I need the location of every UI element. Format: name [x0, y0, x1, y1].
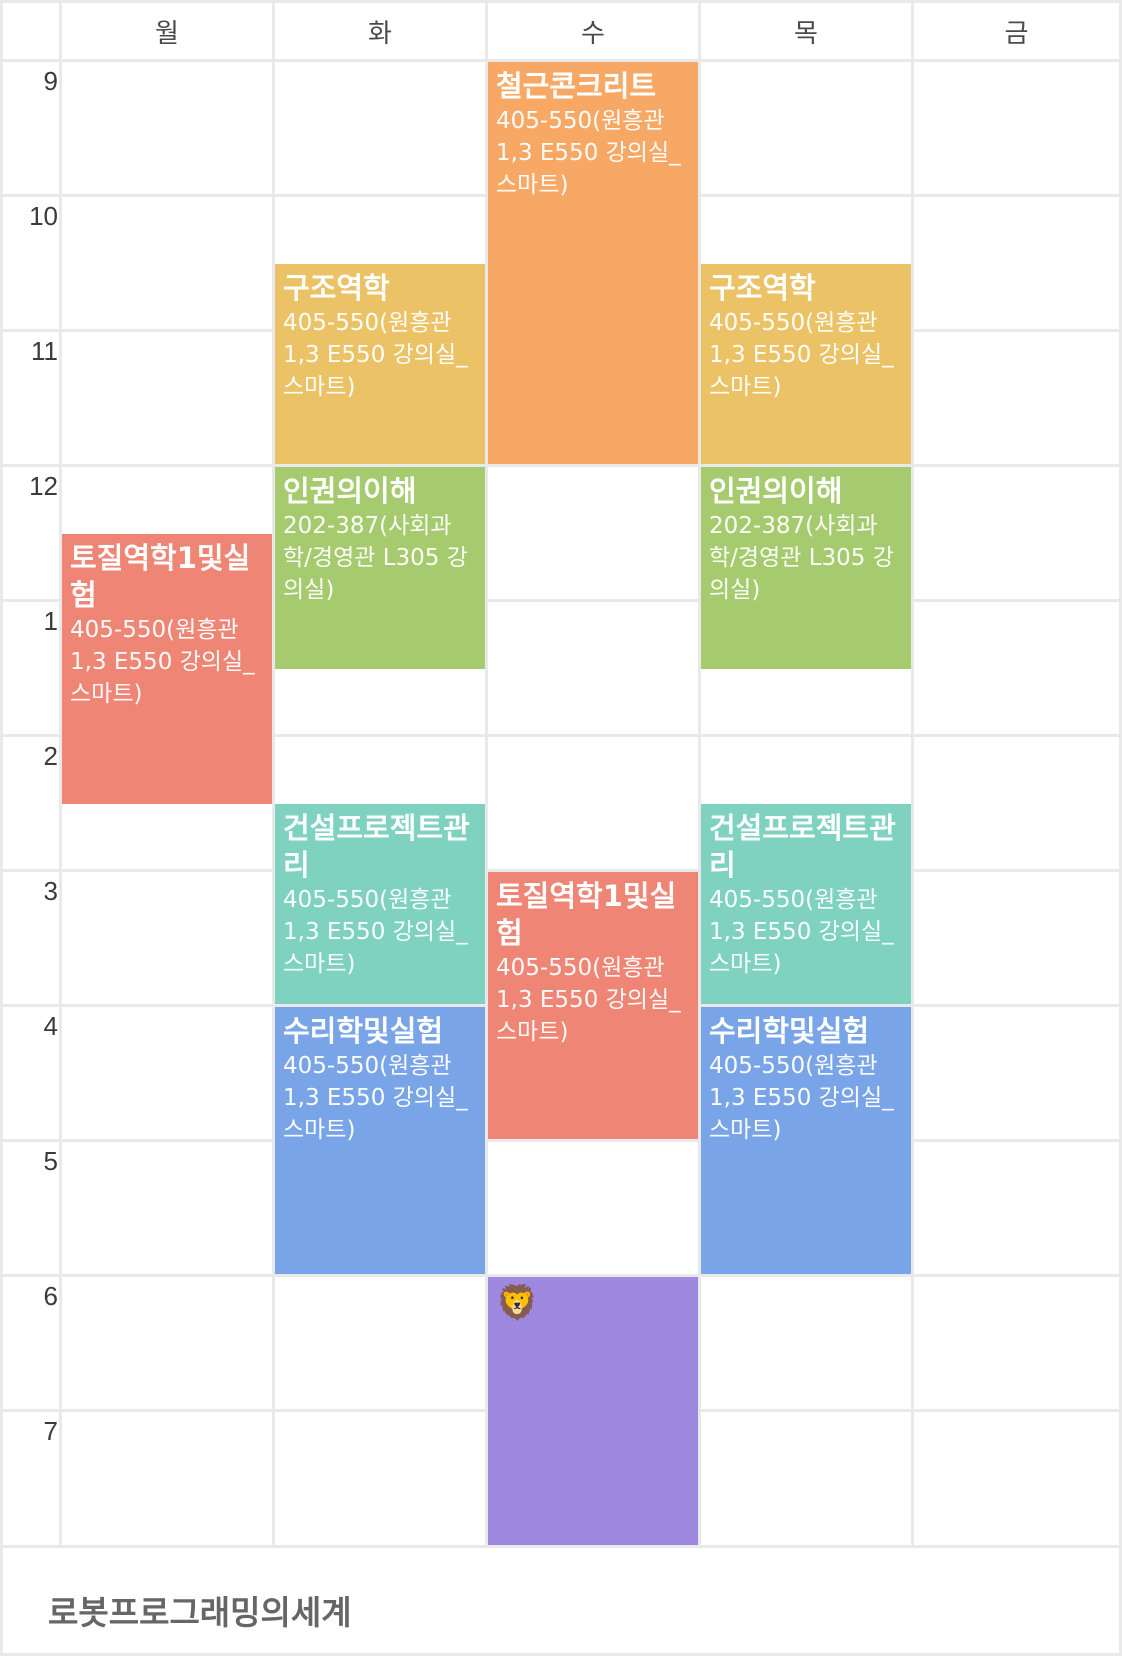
event-thu-project[interactable]: 건설프로젝트관리 405-550(원흥관 1,3 E550 강의실_스마트): [701, 804, 911, 1004]
unscheduled-courses: 로봇프로그래밍의세계: [0, 1548, 1122, 1656]
event-title: 건설프로젝트관리: [283, 811, 470, 882]
event-title: 구조역학: [709, 271, 816, 305]
day-header-fri: 금: [1004, 18, 1029, 49]
footer-border: [0, 1548, 3, 1656]
day-header-thu: 목: [794, 18, 818, 49]
event-title: 구조역학: [283, 271, 390, 305]
event-room: 405-550(원흥관 1,3 E550 강의실_스마트): [70, 617, 255, 707]
event-title: 토질역학1및실험: [70, 541, 251, 612]
event-room: 405-550(원흥관 1,3 E550 강의실_스마트): [283, 1053, 468, 1143]
event-title: 수리학및실험: [709, 1014, 870, 1048]
hour-label: 10: [29, 201, 58, 231]
lion-icon: 🦁: [496, 1283, 539, 1323]
grid-line: [0, 1139, 1122, 1142]
event-thu-humanrights[interactable]: 인권의이해 202-387(사회과학/경영관 L305 강의실): [701, 467, 911, 669]
event-title: 인권의이해: [283, 474, 417, 508]
day-header-tue: 화: [368, 18, 392, 49]
event-wed-concrete[interactable]: 철근콘크리트 405-550(원흥관 1,3 E550 강의실_스마트): [488, 62, 698, 464]
timetable: 월 화 수 목 금 9 10 11 12 1 2 3 4 5 6 7 철근콘크리…: [0, 0, 1122, 1656]
event-thu-structure[interactable]: 구조역학 405-550(원흥관 1,3 E550 강의실_스마트): [701, 264, 911, 464]
event-room: 405-550(원흥관 1,3 E550 강의실_스마트): [496, 108, 681, 198]
grid-line: [698, 0, 701, 1548]
event-tue-humanrights[interactable]: 인권의이해 202-387(사회과학/경영관 L305 강의실): [275, 467, 485, 669]
hour-label: 3: [43, 876, 58, 906]
hour-label: 12: [29, 471, 58, 501]
grid-line: [0, 464, 1122, 467]
day-header-wed: 수: [581, 18, 605, 49]
event-title: 철근콘크리트: [496, 69, 657, 103]
hour-label: 6: [43, 1281, 58, 1311]
event-wed-lion[interactable]: 🦁: [488, 1277, 698, 1545]
day-header-mon: 월: [155, 18, 179, 49]
event-wed-soil[interactable]: 토질역학1및실험 405-550(원흥관 1,3 E550 강의실_스마트): [488, 872, 698, 1139]
hour-label: 7: [43, 1416, 58, 1446]
hour-label: 11: [31, 336, 58, 366]
event-tue-hydraulics[interactable]: 수리학및실험 405-550(원흥관 1,3 E550 강의실_스마트): [275, 1007, 485, 1274]
hour-label: 4: [43, 1011, 58, 1041]
hour-label: 2: [43, 741, 58, 771]
event-title: 인권의이해: [709, 474, 843, 508]
event-room: 405-550(원흥관 1,3 E550 강의실_스마트): [496, 955, 681, 1045]
event-thu-hydraulics[interactable]: 수리학및실험 405-550(원흥관 1,3 E550 강의실_스마트): [701, 1007, 911, 1274]
event-tue-structure[interactable]: 구조역학 405-550(원흥관 1,3 E550 강의실_스마트): [275, 264, 485, 464]
event-title: 건설프로젝트관리: [709, 811, 896, 882]
event-mon-soil[interactable]: 토질역학1및실험 405-550(원흥관 1,3 E550 강의실_스마트): [62, 534, 272, 804]
event-room: 202-387(사회과학/경영관 L305 강의실): [283, 513, 468, 603]
event-room: 405-550(원흥관 1,3 E550 강의실_스마트): [709, 310, 894, 400]
event-tue-project[interactable]: 건설프로젝트관리 405-550(원흥관 1,3 E550 강의실_스마트): [275, 804, 485, 1004]
event-room: 405-550(원흥관 1,3 E550 강의실_스마트): [709, 887, 894, 977]
event-room: 405-550(원흥관 1,3 E550 강의실_스마트): [283, 310, 468, 400]
hour-label: 1: [43, 606, 58, 636]
grid-line: [911, 0, 914, 1548]
event-title: 수리학및실험: [283, 1014, 444, 1048]
grid-line: [272, 0, 275, 1548]
event-room: 405-550(원흥관 1,3 E550 강의실_스마트): [709, 1053, 894, 1143]
hour-label: 5: [43, 1146, 58, 1176]
event-title: 토질역학1및실험: [496, 879, 677, 950]
grid-line: [0, 0, 3, 1548]
event-room: 202-387(사회과학/경영관 L305 강의실): [709, 513, 894, 603]
hour-label: 9: [43, 66, 58, 96]
unscheduled-course-item[interactable]: 로봇프로그래밍의세계: [48, 1586, 352, 1634]
event-room: 405-550(원흥관 1,3 E550 강의실_스마트): [283, 887, 468, 977]
